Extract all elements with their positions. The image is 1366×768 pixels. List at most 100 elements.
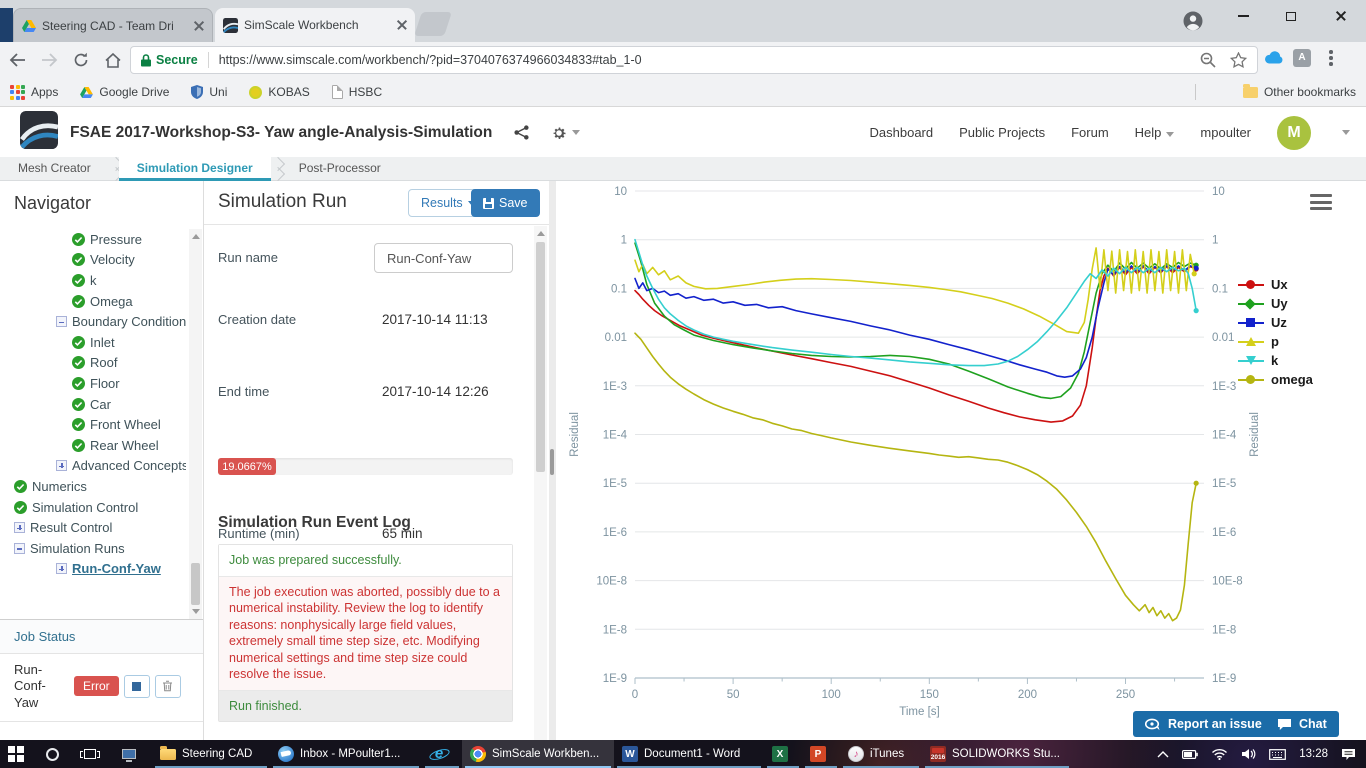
header-link-public-projects[interactable]: Public Projects [959,125,1045,140]
zoom-icon[interactable] [1200,52,1216,68]
delete-run-button[interactable] [154,674,181,698]
navigator-item-car[interactable]: Car [0,394,186,415]
tray-expand-icon[interactable] [1157,750,1169,758]
navigator-item-inlet[interactable]: Inlet [0,332,186,353]
bookmark-hsbc[interactable]: HSBC [331,85,382,99]
taskbar-button-task-view[interactable] [76,740,114,768]
pdf-extension-icon[interactable]: A [1293,48,1311,67]
browser-profile-icon[interactable] [1182,10,1204,37]
panel-divider[interactable] [549,181,556,740]
navigator-item-boundary-conditions[interactable]: Boundary Conditions [0,311,186,332]
navigator-scrollbar[interactable] [189,229,202,619]
bookmark-uni[interactable]: Uni [191,85,227,99]
navigator-item-simulation-runs[interactable]: Simulation Runs [0,538,186,559]
report-issue-button[interactable]: Report an issue [1133,711,1274,737]
legend-item-p[interactable]: p [1238,332,1313,351]
legend-item-omega[interactable]: omega [1238,370,1313,389]
convergence-plot-area[interactable]: 10 10 1 1 0.1 0.1 0.01 0.01 1E-3 1E-3 1E-4 1E-4 1E-5… [556,181,1366,740]
navigator-item-result-control[interactable]: Result Control [0,517,186,538]
navigator-item-k[interactable]: k [0,270,186,291]
settings-gear-button[interactable] [551,125,581,141]
scroll-up-icon[interactable] [192,234,200,239]
navigator-item-run-conf-yaw[interactable]: Run-Conf-Yaw [0,559,186,580]
chart-menu-button[interactable] [1310,194,1332,210]
taskbar-button-pinned-app[interactable] [114,740,152,768]
scrollbar-thumb[interactable] [536,242,545,472]
chevron-down-icon[interactable] [1342,130,1350,135]
legend-item-uz[interactable]: Uz [1238,313,1313,332]
share-button[interactable] [514,125,529,140]
url-text[interactable]: https://www.simscale.com/workbench/?pid=… [219,53,1192,67]
navigator-item-velocity[interactable]: Velocity [0,250,186,271]
username[interactable]: mpoulter [1200,125,1251,140]
window-minimize-button[interactable] [1220,0,1266,32]
header-link-help[interactable]: Help [1135,125,1175,140]
wifi-icon[interactable] [1211,748,1228,760]
tab-close-icon[interactable] [397,19,407,30]
tab-post-processor[interactable]: Post-Processor [281,157,399,181]
save-button[interactable]: Save [471,189,540,217]
bookmark-apps[interactable]: Apps [10,84,58,100]
legend-item-k[interactable]: k [1238,351,1313,370]
taskbar-button-solidworks[interactable]: 2016 SOLIDWORKS Stu... [922,740,1072,768]
chat-button[interactable]: Chat [1265,711,1339,737]
forward-button[interactable] [34,45,64,75]
navigator-item-floor[interactable]: Floor [0,373,186,394]
browser-tab-simscale[interactable]: SimScale Workbench [215,8,415,42]
other-bookmarks[interactable]: Other bookmarks [1242,78,1356,106]
home-button[interactable] [98,45,128,75]
taskbar-button-excel[interactable]: X [764,740,802,768]
expand-icon[interactable] [56,460,67,472]
taskbar-button-powerpoint[interactable]: P [802,740,840,768]
new-tab-button[interactable] [414,12,452,36]
taskbar-button-cortana[interactable] [38,740,76,768]
keyboard-icon[interactable] [1269,748,1287,760]
panel-scrollbar[interactable] [534,226,547,740]
tab-close-icon[interactable] [194,20,204,31]
navigator-item-pressure[interactable]: Pressure [0,229,186,250]
run-name-input[interactable] [374,243,513,273]
expand-icon[interactable] [56,563,67,575]
collapse-icon[interactable] [56,316,67,328]
collapse-icon[interactable] [14,542,25,554]
secure-indicator[interactable]: Secure [141,53,198,67]
navigator-item-advanced-concepts[interactable]: Advanced Concepts [0,456,186,477]
scroll-down-icon[interactable] [192,609,200,614]
divider-handle-icon[interactable] [550,449,554,475]
window-close-button[interactable] [1318,0,1364,32]
scrollbar-thumb[interactable] [191,563,200,605]
navigator-item-front-wheel[interactable]: Front Wheel [0,414,186,435]
taskbar-button-word[interactable]: W Document1 - Word [614,740,764,768]
bookmark-star-icon[interactable] [1230,52,1247,68]
bookmark-google-drive[interactable]: Google Drive [80,85,169,99]
convergence-plot[interactable]: 10 10 1 1 0.1 0.1 0.01 0.01 1E-3 1E-3 1E-4 1E-4 1E-5… [556,181,1366,740]
taskbar-button-inbox[interactable]: Inbox - MPoulter1... [270,740,422,768]
battery-icon[interactable] [1182,749,1199,759]
tab-mesh-creator[interactable]: Mesh Creator [0,157,109,181]
clock[interactable]: 13:28 [1299,748,1328,760]
back-button[interactable] [2,45,32,75]
header-link-forum[interactable]: Forum [1071,125,1109,140]
browser-tab-steering-cad[interactable]: Steering CAD - Team Dri [13,8,213,42]
navigator-item-omega[interactable]: Omega [0,291,186,312]
navigator-item-rear-wheel[interactable]: Rear Wheel [0,435,186,456]
stop-run-button[interactable] [123,674,150,698]
navigator-item-roof[interactable]: Roof [0,353,186,374]
tab-simulation-designer[interactable]: Simulation Designer [118,157,271,181]
action-center-icon[interactable] [1341,748,1356,761]
navigator-item-simulation-control[interactable]: Simulation Control [0,497,186,518]
scroll-up-icon[interactable] [537,231,545,236]
taskbar-button-internet-explorer[interactable]: e [422,740,462,768]
legend-item-ux[interactable]: Ux [1238,275,1313,294]
bookmark-kobas[interactable]: KOBAS [249,85,310,99]
taskbar-button-steering-cad[interactable]: Steering CAD [152,740,270,768]
legend-item-uy[interactable]: Uy [1238,294,1313,313]
header-link-dashboard[interactable]: Dashboard [870,125,934,140]
navigator-item-numerics[interactable]: Numerics [0,476,186,497]
taskbar-button-itunes[interactable]: ♪ iTunes [840,740,922,768]
simscale-logo[interactable] [20,111,58,154]
cloud-extension-icon[interactable] [1264,51,1283,64]
window-maximize-button[interactable] [1268,0,1314,32]
expand-icon[interactable] [14,522,25,534]
address-bar[interactable]: Secure https://www.simscale.com/workbenc… [130,46,1258,74]
